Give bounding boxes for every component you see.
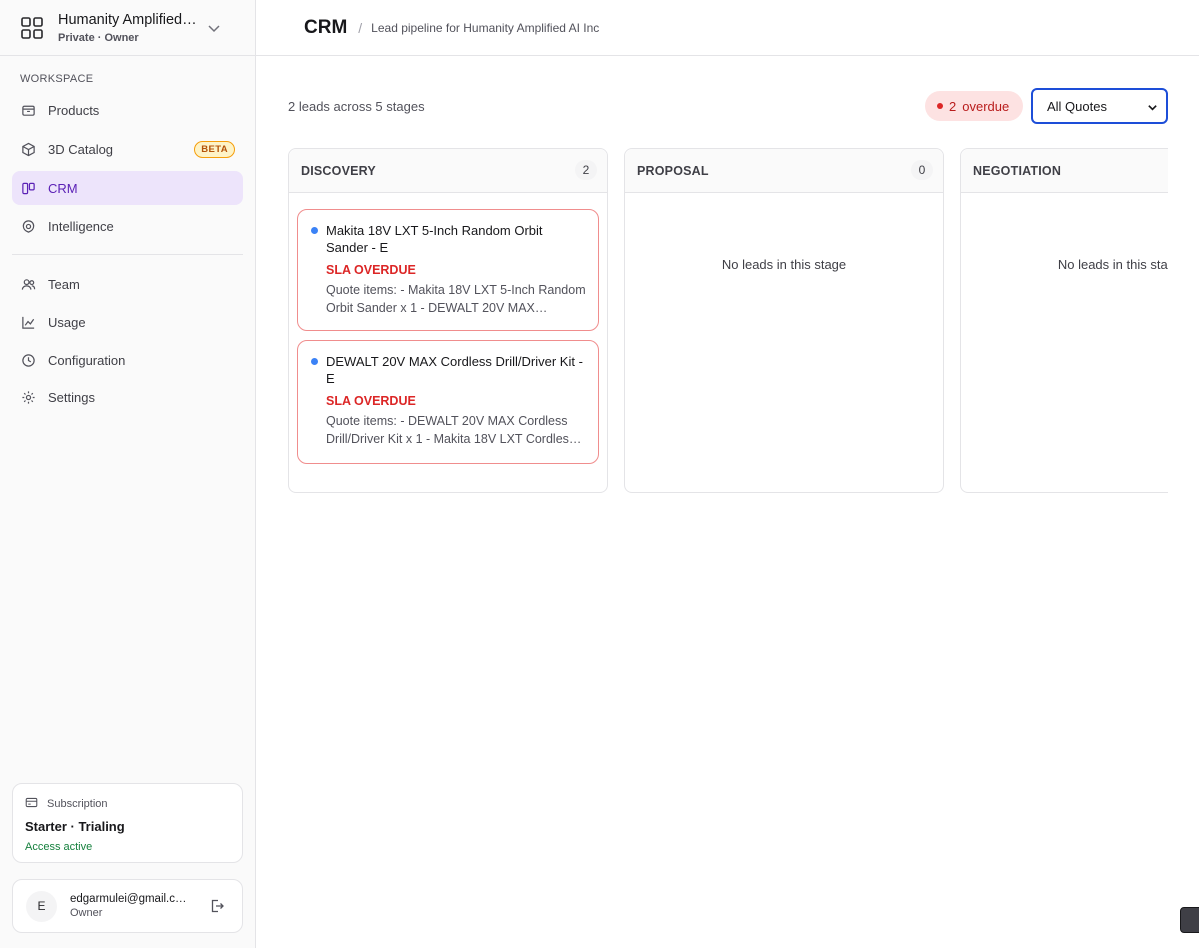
beta-badge: BETA xyxy=(194,141,235,158)
subscription-heading: Subscription xyxy=(47,798,108,810)
cube-icon xyxy=(20,141,36,157)
overdue-filter-pill[interactable]: 2 overdue xyxy=(925,91,1023,121)
sidebar-item-crm[interactable]: CRM xyxy=(12,171,243,205)
brain-icon xyxy=(20,218,36,234)
status-dot-icon xyxy=(311,227,318,234)
line-chart-icon xyxy=(20,314,36,330)
lead-card[interactable]: DEWALT 20V MAX Cordless Drill/Driver Kit… xyxy=(297,340,599,464)
status-dot-icon xyxy=(311,358,318,365)
subscription-plan: Starter · Trialing xyxy=(25,819,125,834)
user-card[interactable]: E edgarmulei@gmail.com Owner xyxy=(12,879,243,933)
sla-status: SLA OVERDUE xyxy=(326,263,416,277)
page-title: CRM xyxy=(304,16,348,38)
stage-count-badge: 0 xyxy=(911,160,933,180)
sidebar-item-label: CRM xyxy=(48,180,78,196)
page-description: Lead pipeline for Humanity Amplified AI … xyxy=(371,20,600,35)
chevron-down-icon xyxy=(1147,101,1158,112)
chevron-down-icon[interactable] xyxy=(206,20,222,36)
org-switcher[interactable]: Humanity Amplified AI Inc Private · Owne… xyxy=(0,0,255,56)
stage-header: PROPOSAL 0 xyxy=(625,149,943,193)
overdue-count: 2 xyxy=(949,98,957,114)
sidebar-item-usage[interactable]: Usage xyxy=(12,305,243,339)
subscription-heading-row: Subscription xyxy=(25,796,230,812)
credit-card-icon xyxy=(25,796,38,812)
sla-status: SLA OVERDUE xyxy=(326,394,416,408)
stage-title: DISCOVERY xyxy=(301,163,376,178)
sidebar-item-label: Products xyxy=(48,102,100,118)
subscription-status: Access active xyxy=(25,841,93,853)
lead-card[interactable]: Makita 18V LXT 5-Inch Random Orbit Sande… xyxy=(297,209,599,331)
stage-column-discovery: DISCOVERY 2 Makita 18V LXT 5-Inch Random… xyxy=(288,148,608,493)
workspace-section-label: WORKSPACE xyxy=(20,73,94,85)
empty-stage-message: No leads in this stage xyxy=(1057,257,1168,272)
overdue-label: overdue xyxy=(962,98,1010,114)
sidebar: Humanity Amplified AI Inc Private · Owne… xyxy=(0,0,256,948)
sidebar-item-label: Settings xyxy=(48,389,95,405)
stage-header: NEGOTIATION 0 xyxy=(961,149,1168,193)
stage-header: DISCOVERY 2 xyxy=(289,149,607,193)
sidebar-item-configuration[interactable]: Configuration xyxy=(12,343,243,377)
empty-stage-message: No leads in this stage xyxy=(721,257,847,272)
grid-icon xyxy=(19,15,45,41)
logout-icon[interactable] xyxy=(209,898,225,914)
org-subtitle: Private · Owner xyxy=(58,31,139,44)
lead-title: DEWALT 20V MAX Cordless Drill/Driver Kit… xyxy=(326,354,583,386)
sidebar-item-intelligence[interactable]: Intelligence xyxy=(12,209,243,243)
quote-filter-value: All Quotes xyxy=(1047,98,1107,114)
overdue-dot-icon xyxy=(937,103,943,109)
gear-icon xyxy=(20,389,36,405)
stage-count-badge: 2 xyxy=(575,160,597,180)
sidebar-item-settings[interactable]: Settings xyxy=(12,380,243,414)
sidebar-item-label: Intelligence xyxy=(48,218,114,234)
kanban-icon xyxy=(20,180,36,196)
sidebar-divider xyxy=(12,254,243,255)
subscription-card[interactable]: Subscription Starter · Trialing Access a… xyxy=(12,783,243,863)
page-header: CRM / Lead pipeline for Humanity Amplifi… xyxy=(256,0,1199,56)
stage-column-proposal: PROPOSAL 0 No leads in this stage xyxy=(624,148,944,493)
lead-quote-items: Quote items: - Makita 18V LXT 5-Inch Ran… xyxy=(326,283,586,315)
clock-icon xyxy=(20,352,36,368)
quote-filter-select[interactable]: All Quotes xyxy=(1031,88,1168,124)
stage-column-negotiation: NEGOTIATION 0 No leads in this stage xyxy=(960,148,1168,493)
avatar: E xyxy=(26,890,57,922)
sidebar-item-label: 3D Catalog xyxy=(48,141,114,157)
sidebar-item-label: Configuration xyxy=(48,352,126,368)
lead-title: Makita 18V LXT 5-Inch Random Orbit Sande… xyxy=(326,223,543,255)
stage-title: NEGOTIATION xyxy=(973,163,1062,178)
sidebar-item-team[interactable]: Team xyxy=(12,267,243,301)
user-text: edgarmulei@gmail.com Owner xyxy=(70,893,190,919)
sidebar-item-label: Team xyxy=(48,276,80,292)
pipeline-summary: 2 leads across 5 stages xyxy=(288,99,425,114)
sidebar-item-label: Usage xyxy=(48,314,86,330)
floating-action-button[interactable] xyxy=(1180,907,1199,933)
sidebar-item-3d-catalog[interactable]: 3D Catalog BETA xyxy=(12,132,243,166)
lead-quote-items: Quote items: - DEWALT 20V MAX Cordless D… xyxy=(326,414,576,446)
package-icon xyxy=(20,102,36,118)
user-email: edgarmulei@gmail.com xyxy=(70,893,190,905)
breadcrumb-separator: / xyxy=(358,19,363,36)
org-text: Humanity Amplified AI Inc Private · Owne… xyxy=(58,11,198,45)
sidebar-item-products[interactable]: Products xyxy=(12,93,243,127)
user-role: Owner xyxy=(70,907,103,919)
users-icon xyxy=(20,276,36,292)
org-name: Humanity Amplified AI Inc xyxy=(58,11,198,28)
pipeline-board[interactable]: DISCOVERY 2 Makita 18V LXT 5-Inch Random… xyxy=(288,148,1168,494)
stage-title: PROPOSAL xyxy=(637,163,709,178)
